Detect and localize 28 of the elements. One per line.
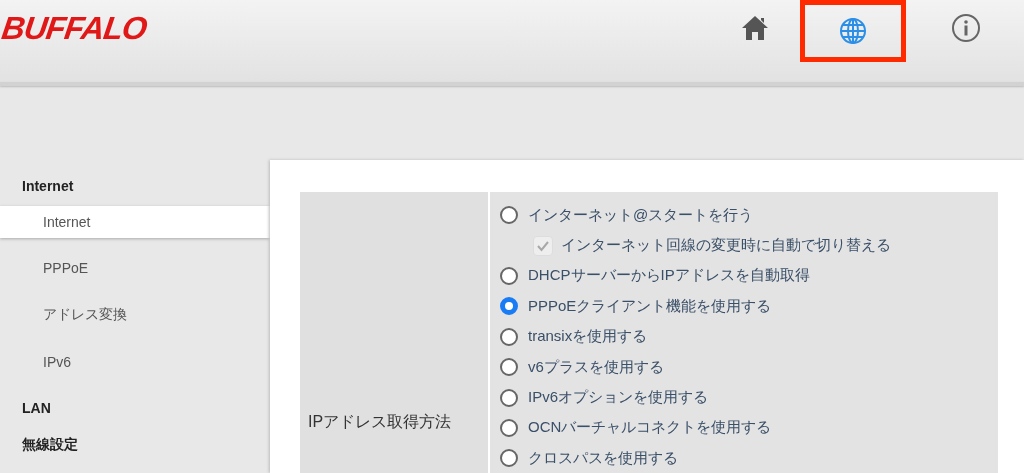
option-label[interactable]: IPv6オプションを使用する <box>528 388 708 408</box>
radio-button[interactable] <box>500 327 518 346</box>
radio-button[interactable] <box>500 297 518 316</box>
option-label[interactable]: クロスパスを使用する <box>528 448 678 468</box>
field-label: IPアドレス取得方法 <box>308 411 452 432</box>
option-label[interactable]: DHCPサーバーからIPアドレスを自動取得 <box>528 266 810 286</box>
globe-icon[interactable] <box>839 17 867 45</box>
sidebar-item[interactable]: PPPoE <box>0 252 270 284</box>
option-label[interactable]: OCNバーチャルコネクトを使用する <box>528 418 772 438</box>
option-label[interactable]: PPPoEクライアント機能を使用する <box>528 296 772 316</box>
radio-button[interactable] <box>500 418 518 437</box>
logo: BUFFALO <box>0 9 149 47</box>
home-icon[interactable] <box>741 15 769 41</box>
radio-button[interactable] <box>500 358 518 377</box>
radio-button[interactable] <box>500 449 518 468</box>
radio-button[interactable] <box>500 266 518 285</box>
option-label[interactable]: インターネット@スタートを行う <box>528 205 754 225</box>
radio-button[interactable] <box>500 206 518 225</box>
sidebar-item[interactable]: アドレス変換 <box>0 298 270 332</box>
option-label[interactable]: transixを使用する <box>528 327 648 347</box>
sidebar-section-heading[interactable]: Internet <box>0 174 270 198</box>
sidebar-item[interactable]: Internet <box>0 206 270 238</box>
sidebar-section-heading[interactable]: 無線設定 <box>0 432 270 458</box>
info-icon[interactable] <box>951 13 981 43</box>
radio-button[interactable] <box>500 388 518 407</box>
option-label[interactable]: v6プラスを使用する <box>528 357 664 377</box>
sidebar-section-heading[interactable]: LAN <box>0 396 270 420</box>
sidebar-item[interactable]: IPv6 <box>0 346 270 378</box>
